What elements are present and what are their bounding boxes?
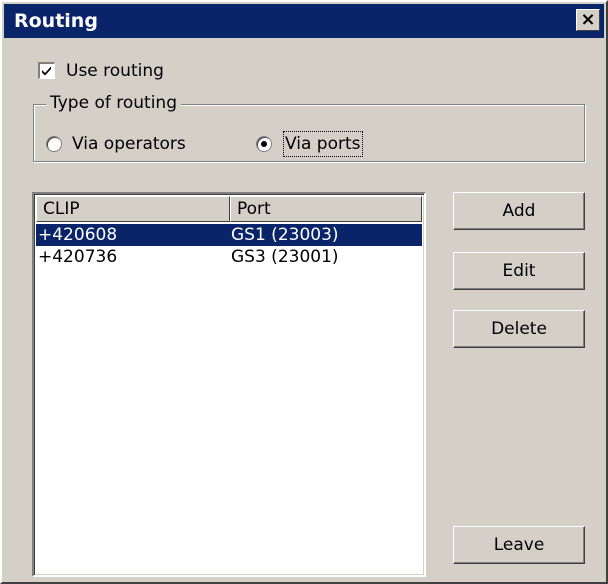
routing-dialog: Routing × Use routing Type of routing Vi… (0, 0, 608, 584)
cell-clip: +420608 (38, 225, 118, 245)
column-header-port[interactable]: Port (230, 196, 422, 222)
edit-button[interactable]: Edit (453, 252, 585, 290)
delete-button[interactable]: Delete (453, 310, 585, 348)
checkmark-icon (42, 66, 51, 76)
use-routing-checkbox[interactable] (38, 62, 55, 79)
leave-button[interactable]: Leave (453, 526, 585, 564)
close-button[interactable]: × (576, 9, 600, 31)
column-header-clip[interactable]: CLIP (36, 196, 230, 222)
add-button[interactable]: Add (453, 192, 585, 230)
use-routing-label: Use routing (66, 61, 164, 81)
table-body: +420608 GS1 (23003) +420736 GS3 (23001) (36, 224, 422, 268)
table-row[interactable]: +420608 GS1 (23003) (36, 224, 422, 246)
radio-via-ports[interactable] (256, 136, 272, 152)
radio-via-operators[interactable] (46, 136, 62, 152)
title-bar[interactable]: Routing × (4, 4, 604, 38)
table-row[interactable]: +420736 GS3 (23001) (36, 246, 422, 268)
radio-via-ports-label[interactable]: Via ports (283, 131, 363, 157)
cell-clip: +420736 (38, 247, 118, 267)
radio-selected-dot (261, 141, 267, 147)
window-title: Routing (14, 10, 98, 32)
table-header: CLIP Port (36, 196, 422, 222)
cell-port: GS3 (23001) (231, 247, 339, 267)
routing-table[interactable]: CLIP Port +420608 GS1 (23003) +420736 GS… (32, 192, 426, 577)
routing-type-legend: Type of routing (46, 92, 181, 114)
radio-via-operators-label[interactable]: Via operators (72, 133, 186, 155)
close-icon: × (580, 9, 596, 30)
cell-port: GS1 (23003) (231, 225, 339, 245)
